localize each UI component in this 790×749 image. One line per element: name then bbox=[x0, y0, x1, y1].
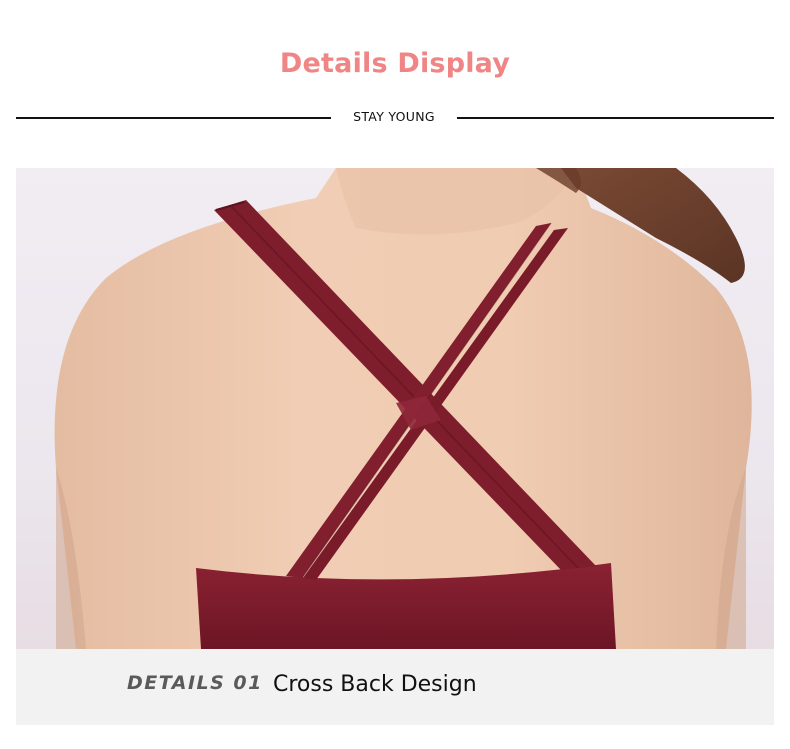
divider-line-right bbox=[457, 117, 774, 119]
title-divider: STAY YOUNG bbox=[16, 108, 774, 128]
details-number-label: DETAILS 01 bbox=[127, 672, 263, 694]
cross-back-illustration bbox=[54, 168, 752, 649]
details-description: Cross Back Design bbox=[273, 672, 477, 697]
divider-tagline: STAY YOUNG bbox=[353, 109, 435, 124]
caption-bar: DETAILS 01 Cross Back Design bbox=[16, 649, 774, 725]
section-title: Details Display bbox=[279, 48, 511, 79]
divider-line-left bbox=[16, 117, 331, 119]
product-detail-photo bbox=[16, 168, 774, 649]
